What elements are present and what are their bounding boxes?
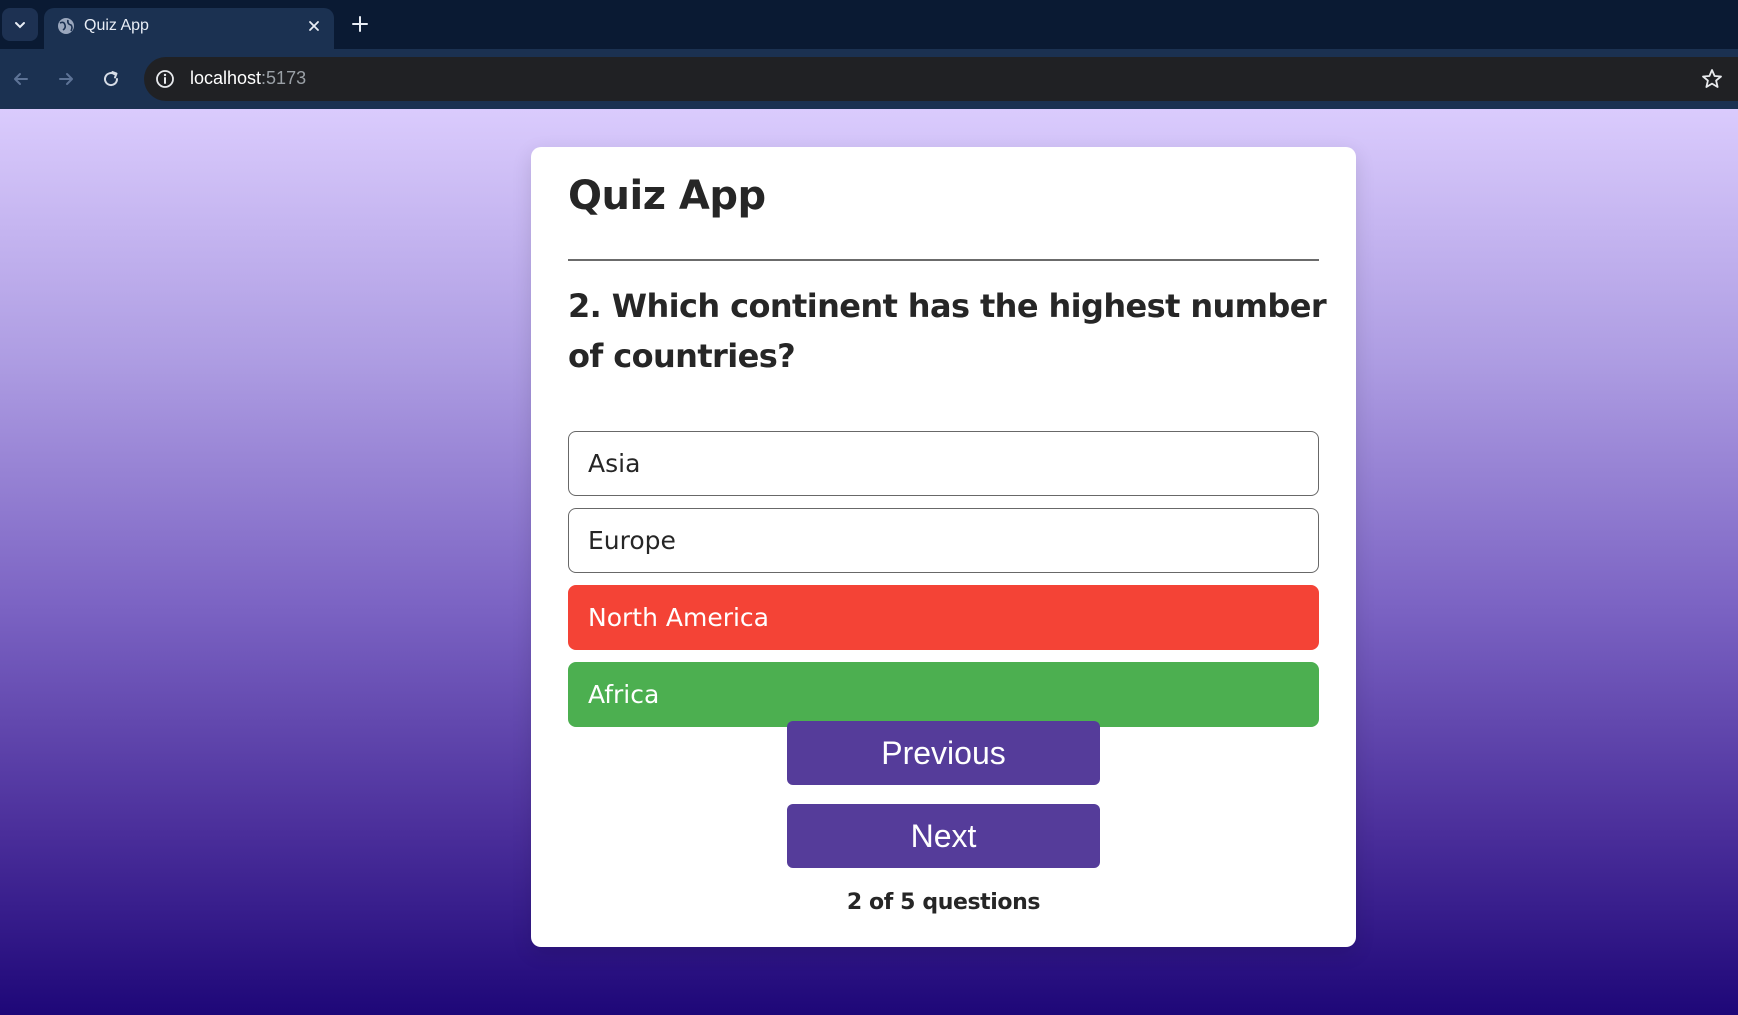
progress-text: 2 of 5 questions [846,890,1041,915]
arrow-right-icon [59,73,73,85]
new-tab-button[interactable] [346,10,374,38]
url-host: localhost [190,68,262,88]
option-africa[interactable]: Africa [568,662,1319,727]
browser-toolbar: localhost:5173 [0,49,1738,109]
option-europe[interactable]: Europe [568,508,1319,573]
close-icon [309,21,319,31]
answer-options: Asia Europe North America Africa [568,431,1319,739]
tab-title: Quiz App [84,17,149,34]
url-text: localhost:5173 [190,68,306,89]
reload-button[interactable] [97,65,125,93]
option-asia[interactable]: Asia [568,431,1319,496]
globe-icon [58,18,74,34]
star-icon[interactable] [1700,67,1724,91]
info-icon[interactable] [154,68,176,90]
back-button[interactable] [7,65,35,93]
url-port: :5173 [261,68,307,88]
option-north-america[interactable]: North America [568,585,1319,650]
previous-button[interactable]: Previous [787,721,1100,785]
address-bar[interactable]: localhost:5173 [144,57,1738,101]
forward-button[interactable] [52,65,80,93]
question-text: 2. Which continent has the highest numbe… [568,287,1327,375]
reload-icon [104,71,119,87]
plus-icon [352,16,368,32]
arrow-left-icon [14,73,28,85]
quiz-card: Quiz App 2. Which continent has the high… [531,147,1356,947]
next-button[interactable]: Next [787,804,1100,868]
chevron-down-icon [15,21,25,28]
browser-tab[interactable]: Quiz App [44,8,334,49]
browser-tab-strip: Quiz App [0,0,1738,49]
tab-search-button[interactable] [2,8,38,41]
divider [568,259,1319,261]
page-title: Quiz App [568,173,766,219]
page-viewport: Quiz App 2. Which continent has the high… [0,109,1738,1015]
tab-close-button[interactable] [302,14,326,38]
